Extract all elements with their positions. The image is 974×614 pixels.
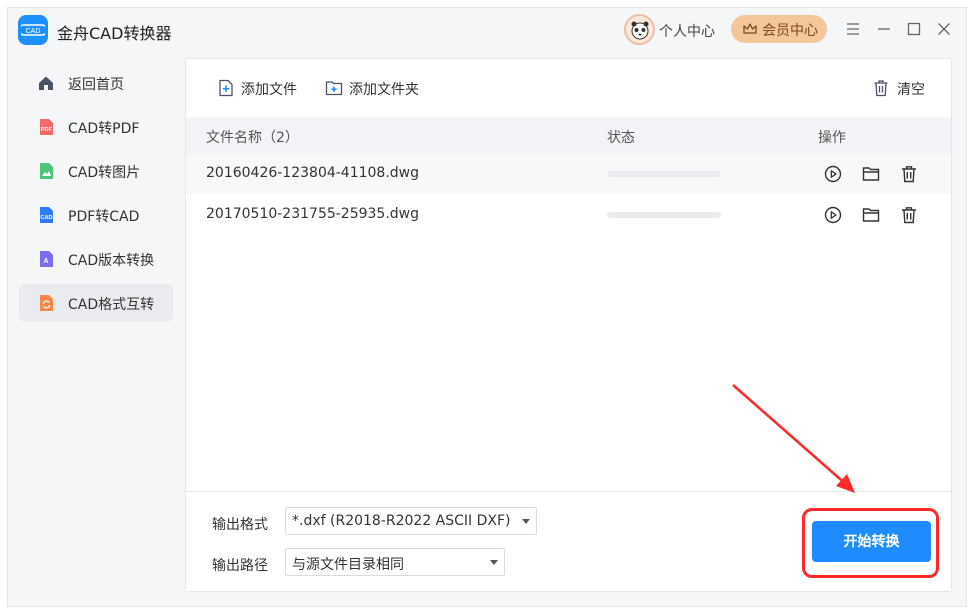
chevron-down-icon: [490, 560, 498, 565]
add-file-button[interactable]: 添加文件: [217, 77, 297, 99]
delete-icon[interactable]: [899, 205, 919, 225]
sidebar-item-label: CAD格式互转: [68, 297, 155, 313]
close-icon[interactable]: [934, 19, 954, 39]
play-icon[interactable]: [823, 205, 843, 225]
cad-logo-icon: CAD: [18, 15, 48, 45]
trash-icon: [874, 80, 888, 97]
output-path-value: 与源文件目录相同: [292, 557, 404, 573]
add-file-icon: [219, 79, 233, 97]
sidebar-item-home[interactable]: 返回首页: [19, 64, 173, 102]
clear-button[interactable]: 清空: [872, 77, 928, 99]
svg-text:PDF: PDF: [41, 127, 53, 133]
sidebar-item-label: CAD版本转换: [68, 253, 155, 269]
main-panel: 添加文件 添加文件夹 清空 文件名称（2） 状态 操作 20160426-123…: [185, 58, 952, 592]
add-file-label: 添加文件: [241, 82, 297, 98]
folder-icon[interactable]: [861, 164, 881, 184]
vip-center-button[interactable]: 会员中心: [731, 15, 827, 43]
output-format-value: *.dxf (R2018-R2022 ASCII DXF): [292, 513, 511, 529]
table-row[interactable]: 20170510-231755-25935.dwg: [186, 195, 951, 235]
progress-bar: [607, 212, 721, 218]
menu-icon[interactable]: [843, 19, 863, 39]
column-header-actions: 操作: [818, 130, 846, 146]
output-format-select[interactable]: *.dxf (R2018-R2022 ASCII DXF): [285, 507, 537, 535]
sidebar-item-cad-to-image[interactable]: CAD转图片: [19, 152, 173, 190]
sidebar-item-cad-to-pdf[interactable]: PDF CAD转PDF: [19, 108, 173, 146]
add-folder-button[interactable]: 添加文件夹: [325, 77, 421, 99]
add-folder-icon: [325, 81, 343, 96]
column-header-status: 状态: [607, 130, 635, 146]
output-path-select[interactable]: 与源文件目录相同: [285, 548, 505, 576]
svg-text:CAD: CAD: [41, 215, 53, 221]
format-convert-icon: [40, 295, 53, 311]
minimize-icon[interactable]: [874, 19, 894, 39]
maximize-icon[interactable]: [904, 19, 924, 39]
output-path-label: 输出路径: [212, 558, 268, 574]
table-row[interactable]: 20160426-123804-41108.dwg: [186, 154, 951, 194]
column-header-name: 文件名称（2）: [206, 130, 299, 146]
version-file-icon: A: [40, 251, 53, 267]
sidebar-item-label: PDF转CAD: [68, 209, 140, 225]
folder-icon[interactable]: [861, 205, 881, 225]
image-file-icon: [40, 163, 53, 179]
svg-text:CAD: CAD: [26, 28, 41, 35]
progress-bar: [607, 171, 721, 177]
sidebar-item-label: CAD转图片: [68, 165, 141, 181]
sidebar-item-pdf-to-cad[interactable]: CAD PDF转CAD: [19, 196, 173, 234]
clear-label: 清空: [897, 82, 925, 98]
play-icon[interactable]: [823, 164, 843, 184]
crown-icon: [743, 23, 757, 34]
personal-center-link[interactable]: 个人中心: [659, 21, 715, 41]
chevron-down-icon: [522, 519, 530, 524]
home-icon: [39, 76, 53, 90]
app-window: CAD 金舟CAD转换器 个人中心 会员中心 返回首页 PDF CAD转PDF …: [7, 7, 967, 607]
vip-center-label: 会员中心: [762, 23, 818, 39]
table-header: 文件名称（2） 状态 操作: [186, 117, 951, 154]
sidebar-item-cad-format[interactable]: CAD格式互转: [19, 284, 173, 322]
sidebar-item-label: 返回首页: [68, 77, 124, 93]
pdf-file-icon: PDF: [40, 119, 53, 135]
cad-file-icon: CAD: [40, 207, 53, 223]
output-format-label: 输出格式: [212, 517, 268, 533]
title-bar: CAD 金舟CAD转换器 个人中心 会员中心: [8, 8, 966, 52]
sidebar-item-label: CAD转PDF: [68, 121, 140, 137]
delete-icon[interactable]: [899, 164, 919, 184]
svg-text:A: A: [43, 258, 48, 265]
avatar[interactable]: [624, 14, 655, 45]
start-convert-button[interactable]: 开始转换: [812, 521, 931, 562]
file-name: 20160426-123804-41108.dwg: [206, 165, 420, 181]
output-settings: 输出格式 *.dxf (R2018-R2022 ASCII DXF) 输出路径 …: [186, 491, 951, 591]
app-title: 金舟CAD转换器: [57, 24, 172, 43]
sidebar-item-cad-version[interactable]: A CAD版本转换: [19, 240, 173, 278]
add-folder-label: 添加文件夹: [349, 82, 419, 98]
file-name: 20170510-231755-25935.dwg: [206, 206, 420, 222]
